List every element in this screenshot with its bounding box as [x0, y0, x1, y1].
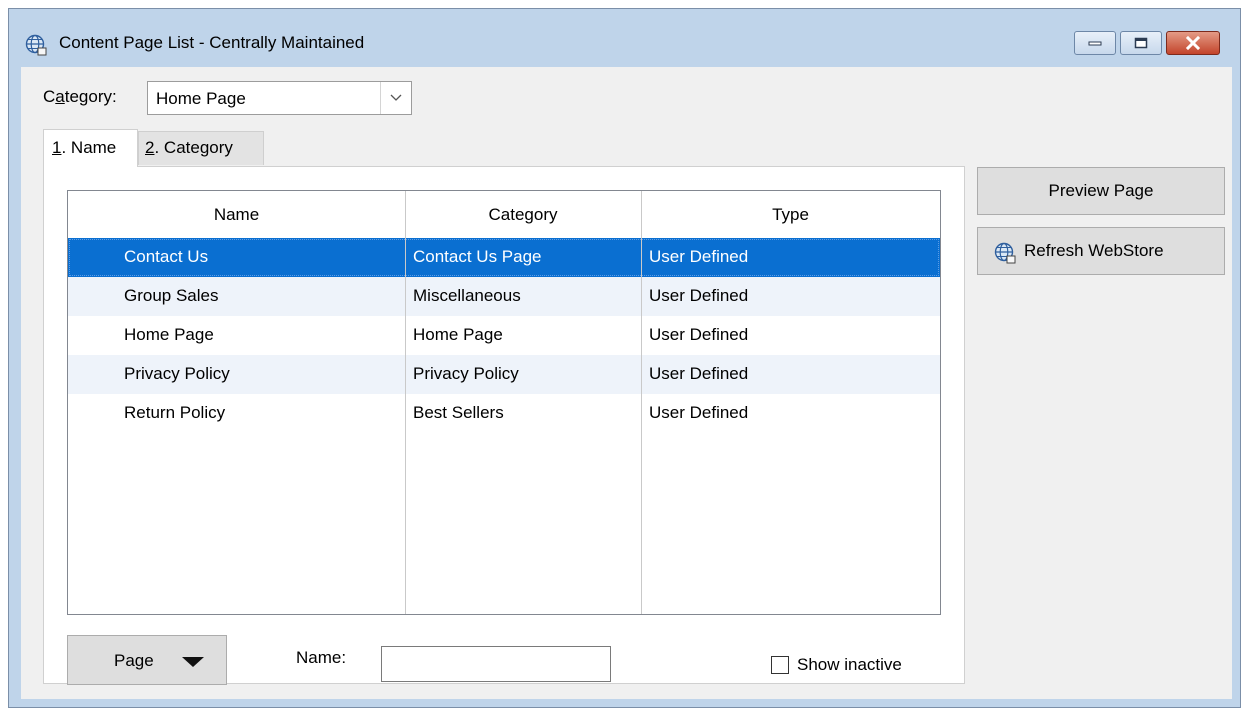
cell-category: Contact Us Page — [413, 247, 542, 266]
cell-category: Best Sellers — [413, 403, 504, 422]
tab-panel: Name Category Type Contact Us Contact Us… — [43, 166, 965, 685]
cell-name: Privacy Policy — [124, 364, 230, 383]
cell-category: Privacy Policy — [413, 364, 519, 383]
app-window: Content Page List - Centrally Maintained… — [8, 8, 1241, 708]
title-bar[interactable]: Content Page List - Centrally Maintained — [9, 9, 1240, 67]
column-divider[interactable] — [405, 191, 406, 614]
preview-page-label: Preview Page — [1048, 181, 1154, 200]
table-row[interactable]: Group Sales Miscellaneous User Defined — [68, 277, 940, 316]
refresh-webstore-button[interactable]: Refresh WebStore — [977, 227, 1225, 275]
cell-type: User Defined — [649, 247, 749, 266]
category-dropdown[interactable]: Home Page — [147, 81, 412, 115]
cell-type: User Defined — [649, 403, 749, 422]
cell-name: Group Sales — [124, 286, 219, 305]
cell-type: User Defined — [649, 364, 749, 383]
globe-icon — [25, 34, 47, 56]
show-inactive-checkbox[interactable] — [771, 656, 789, 674]
column-divider[interactable] — [641, 191, 642, 614]
dialog-client-area: Category: Home Page 1. Name 2. Category … — [21, 67, 1232, 699]
maximize-icon — [1121, 32, 1161, 54]
tab-category[interactable]: 2. Category — [138, 131, 264, 165]
window-title: Content Page List - Centrally Maintained — [59, 33, 365, 52]
cell-name: Home Page — [124, 325, 214, 344]
cell-type: User Defined — [649, 325, 749, 344]
name-filter-label: Name: — [296, 648, 347, 667]
column-header-type[interactable]: Type — [641, 191, 940, 238]
cell-name: Contact Us — [124, 247, 209, 266]
table-row[interactable]: Privacy Policy Privacy Policy User Defin… — [68, 355, 940, 394]
minimize-icon — [1075, 32, 1115, 54]
maximize-button[interactable] — [1120, 31, 1162, 55]
close-icon — [1167, 32, 1219, 54]
cell-category: Miscellaneous — [413, 286, 521, 305]
chevron-down-icon[interactable] — [380, 82, 411, 114]
cell-category: Home Page — [413, 325, 503, 344]
name-filter-input[interactable] — [381, 646, 611, 682]
close-button[interactable] — [1166, 31, 1220, 55]
table-row[interactable]: Return Policy Best Sellers User Defined — [68, 394, 940, 433]
preview-page-button[interactable]: Preview Page — [977, 167, 1225, 215]
page-button-label: Page — [114, 651, 154, 670]
minimize-button[interactable] — [1074, 31, 1116, 55]
cell-name: Return Policy — [124, 403, 226, 422]
refresh-webstore-label: Refresh WebStore — [1024, 241, 1164, 260]
category-dropdown-value: Home Page — [156, 89, 246, 108]
column-header-name[interactable]: Name — [68, 191, 405, 238]
cell-type: User Defined — [649, 286, 749, 305]
category-label: Category: — [43, 87, 117, 106]
content-page-table: Name Category Type Contact Us Contact Us… — [67, 190, 941, 615]
show-inactive-label[interactable]: Show inactive — [797, 655, 902, 675]
column-header-category[interactable]: Category — [405, 191, 641, 238]
table-row[interactable]: Contact Us Contact Us Page User Defined — [68, 238, 940, 277]
page-menu-button[interactable]: Page — [67, 635, 227, 685]
tab-name[interactable]: 1. Name — [43, 129, 138, 167]
table-row[interactable]: Home Page Home Page User Defined — [68, 316, 940, 355]
triangle-down-icon — [182, 657, 204, 667]
